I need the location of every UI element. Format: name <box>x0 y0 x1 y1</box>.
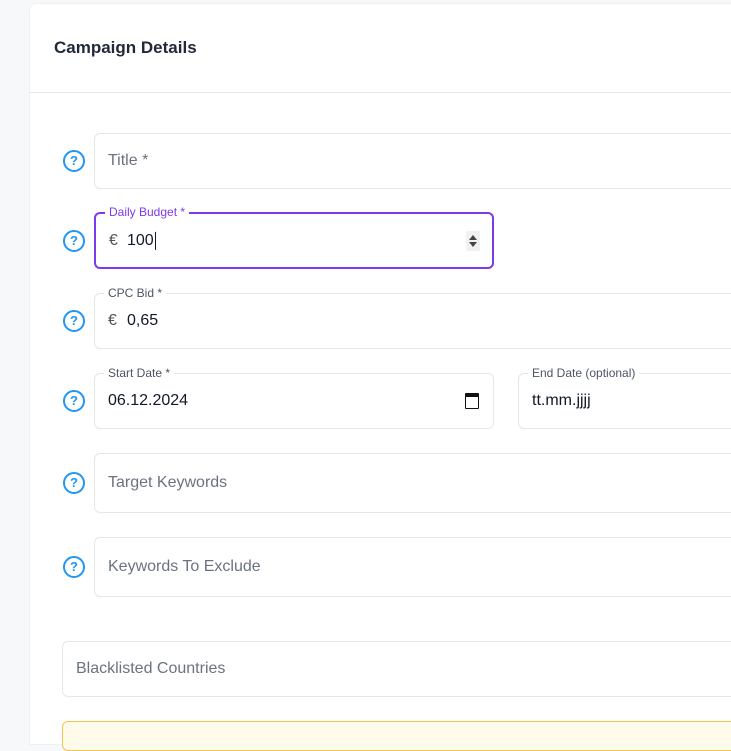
calendar-icon[interactable] <box>465 393 479 409</box>
cpc-bid-currency: € <box>108 312 117 329</box>
title-input[interactable]: Title * <box>94 133 731 189</box>
start-date-help-icon[interactable]: ? <box>63 390 85 412</box>
text-caret <box>154 231 156 250</box>
start-date-value: 06.12.2024 <box>108 392 189 409</box>
blacklisted-countries-select[interactable]: Blacklisted Countries <box>62 641 731 697</box>
cpc-bid-label: CPC Bid * <box>104 286 167 300</box>
card-header: Campaign Details <box>30 4 731 93</box>
daily-budget-help-icon[interactable]: ? <box>63 230 85 252</box>
cpc-bid-help-icon[interactable]: ? <box>63 310 85 332</box>
number-spinner[interactable] <box>466 230 480 251</box>
target-keywords-help-icon[interactable]: ? <box>63 472 85 494</box>
keywords-exclude-input[interactable]: Keywords To Exclude <box>94 537 731 597</box>
end-date-value: tt.mm.jjjj <box>532 392 591 409</box>
title-placeholder: Title * <box>108 152 149 169</box>
card-title: Campaign Details <box>54 38 197 57</box>
cpc-bid-input[interactable]: CPC Bid * € 0,65 <box>94 286 731 349</box>
target-keywords-placeholder: Target Keywords <box>108 474 228 491</box>
end-date-input[interactable]: End Date (optional) tt.mm.jjjj <box>518 366 731 429</box>
cpc-bid-value: 0,65 <box>127 312 159 329</box>
daily-budget-currency: € <box>109 231 118 249</box>
start-date-label: Start Date * <box>104 366 175 380</box>
warning-alert <box>62 721 731 751</box>
daily-budget-label: Daily Budget * <box>105 205 190 219</box>
daily-budget-input[interactable]: Daily Budget * € 100 <box>94 205 494 269</box>
keywords-exclude-help-icon[interactable]: ? <box>63 556 85 578</box>
blacklisted-countries-placeholder: Blacklisted Countries <box>76 660 226 677</box>
end-date-label: End Date (optional) <box>528 366 640 380</box>
title-help-icon[interactable]: ? <box>63 150 85 172</box>
target-keywords-input[interactable]: Target Keywords <box>94 453 731 513</box>
keywords-exclude-placeholder: Keywords To Exclude <box>108 558 261 575</box>
start-date-input[interactable]: Start Date * 06.12.2024 <box>94 366 494 429</box>
daily-budget-value: 100 <box>127 231 154 249</box>
